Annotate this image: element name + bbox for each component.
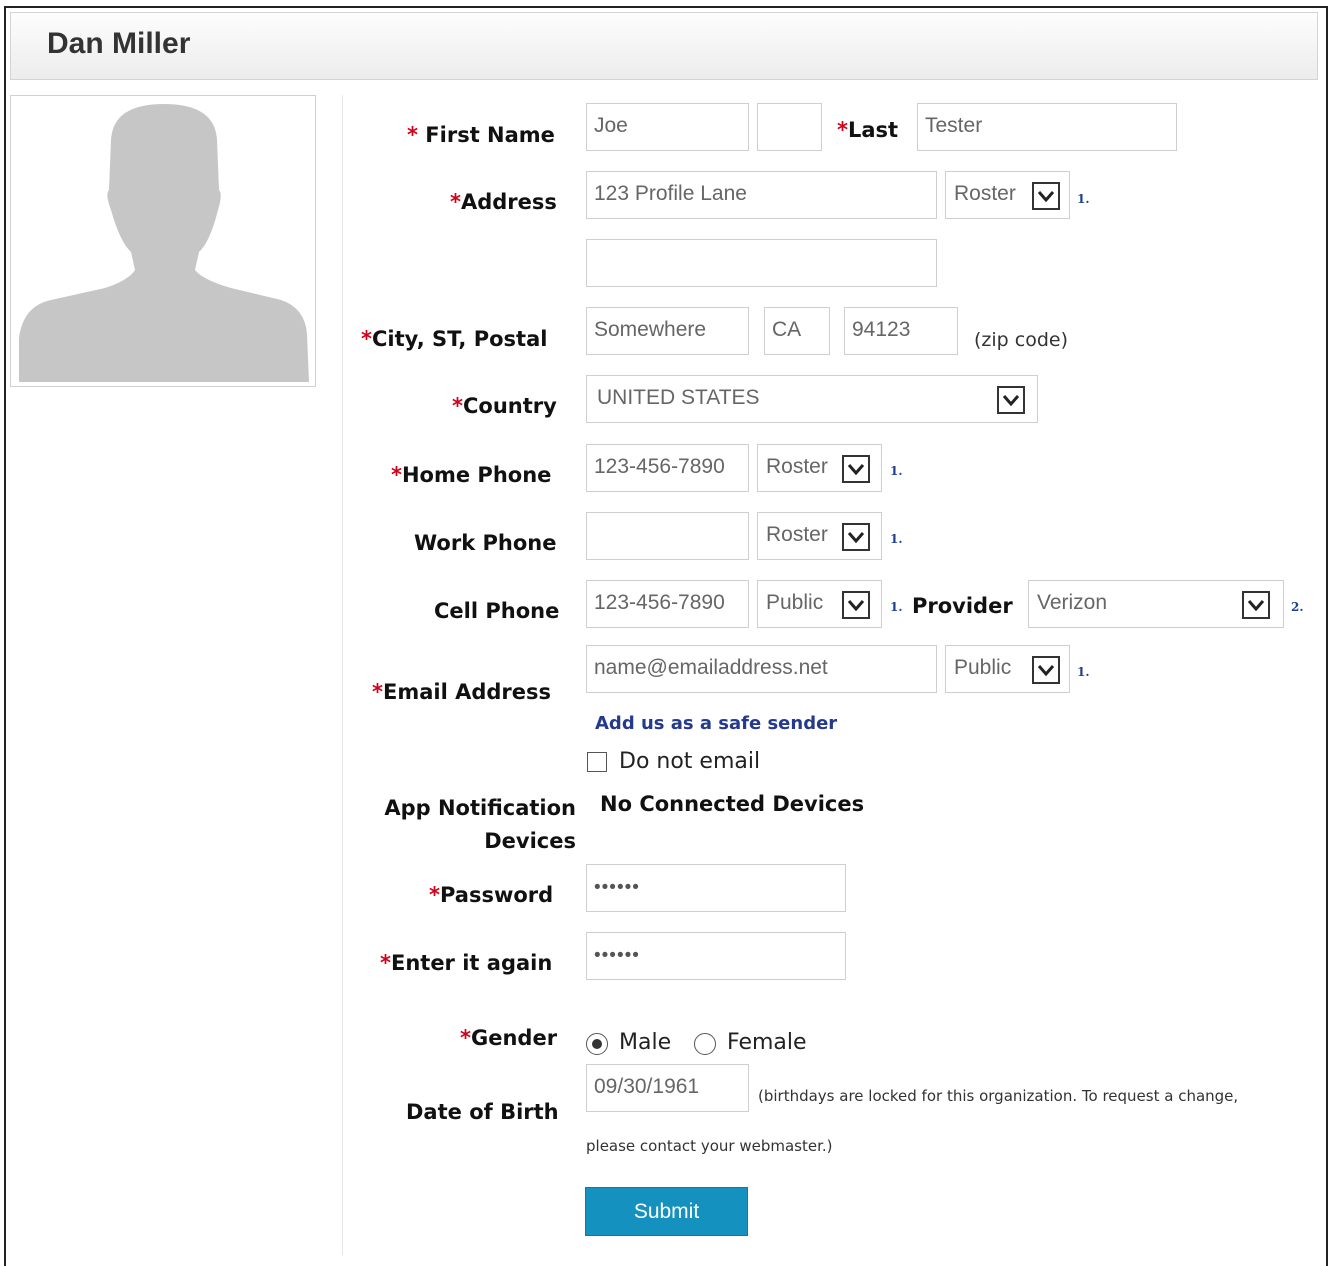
first-name-input[interactable]: Joe bbox=[586, 103, 749, 151]
country-select[interactable]: UNITED STATES bbox=[586, 375, 1038, 423]
chevron-down-icon bbox=[1032, 656, 1060, 684]
provider-label: Provider bbox=[912, 594, 1013, 618]
city-input[interactable]: Somewhere bbox=[586, 307, 749, 355]
home-phone-footnote-ref: 1. bbox=[890, 464, 903, 478]
password-label: *Password bbox=[429, 883, 554, 907]
chevron-down-icon bbox=[842, 591, 870, 619]
address-line1-input[interactable]: 123 Profile Lane bbox=[586, 171, 937, 219]
address-label: *Address bbox=[450, 190, 557, 214]
home-phone-label: *Home Phone bbox=[391, 463, 552, 487]
email-input[interactable]: name@emailaddress.net bbox=[586, 645, 937, 693]
last-name-input[interactable]: Tester bbox=[917, 103, 1177, 151]
email-footnote-ref: 1. bbox=[1077, 665, 1090, 679]
provider-select[interactable]: Verizon bbox=[1028, 580, 1284, 628]
dob-input: 09/30/1961 bbox=[586, 1064, 749, 1112]
dob-locked-note-line1: (birthdays are locked for this organizat… bbox=[758, 1087, 1239, 1105]
do-not-email-checkbox[interactable] bbox=[587, 752, 607, 772]
work-phone-visibility-select[interactable]: Roster bbox=[757, 512, 882, 560]
first-name-label: * First Name bbox=[407, 123, 555, 147]
gender-female-radio[interactable] bbox=[694, 1033, 716, 1055]
cell-phone-visibility-select[interactable]: Public bbox=[757, 580, 882, 628]
home-phone-input[interactable]: 123-456-7890 bbox=[586, 444, 749, 492]
address-footnote-ref: 1. bbox=[1077, 192, 1090, 206]
work-phone-footnote-ref: 1. bbox=[890, 532, 903, 546]
last-name-label: *Last bbox=[837, 118, 899, 142]
gender-female-label: Female bbox=[727, 1030, 807, 1055]
city-st-postal-label: *City, ST, Postal bbox=[361, 327, 548, 351]
email-visibility-select[interactable]: Public bbox=[945, 645, 1070, 693]
address-visibility-select[interactable]: Roster bbox=[945, 171, 1070, 219]
do-not-email-label: Do not email bbox=[619, 749, 761, 774]
cell-phone-label: Cell Phone bbox=[434, 599, 560, 623]
email-label: *Email Address bbox=[372, 680, 552, 704]
work-phone-label: Work Phone bbox=[414, 531, 557, 555]
provider-footnote-ref: 2. bbox=[1291, 600, 1304, 614]
page-title: Dan Miller bbox=[47, 27, 191, 60]
home-phone-visibility-select[interactable]: Roster bbox=[757, 444, 882, 492]
address-line2-input[interactable] bbox=[586, 239, 937, 287]
avatar-silhouette-icon bbox=[19, 104, 309, 382]
dob-locked-note-line2: please contact your webmaster.) bbox=[586, 1137, 833, 1155]
postal-input[interactable]: 94123 bbox=[844, 307, 958, 355]
chevron-down-icon bbox=[842, 523, 870, 551]
profile-header: Dan Miller bbox=[10, 12, 1318, 80]
gender-male-label: Male bbox=[619, 1030, 672, 1055]
zip-code-hint: (zip code) bbox=[974, 329, 1068, 351]
work-phone-input[interactable] bbox=[586, 512, 749, 560]
middle-initial-input[interactable] bbox=[757, 103, 822, 151]
gender-label: *Gender bbox=[460, 1026, 558, 1050]
safe-sender-link[interactable]: Add us as a safe sender bbox=[595, 713, 837, 734]
state-input[interactable]: CA bbox=[764, 307, 830, 355]
cell-phone-footnote-ref: 1. bbox=[890, 600, 903, 614]
dob-label: Date of Birth bbox=[406, 1100, 559, 1124]
gender-male-radio[interactable] bbox=[586, 1033, 608, 1055]
chevron-down-icon bbox=[1242, 591, 1270, 619]
password-confirm-label: *Enter it again bbox=[380, 951, 553, 975]
column-divider bbox=[342, 95, 343, 1255]
chevron-down-icon bbox=[842, 455, 870, 483]
profile-photo[interactable] bbox=[10, 95, 316, 387]
chevron-down-icon bbox=[997, 386, 1025, 414]
country-label: *Country bbox=[452, 394, 557, 418]
cell-phone-input[interactable]: 123-456-7890 bbox=[586, 580, 749, 628]
submit-button[interactable]: Submit bbox=[585, 1187, 748, 1236]
password-confirm-input[interactable]: •••••• bbox=[586, 932, 846, 980]
password-input[interactable]: •••••• bbox=[586, 864, 846, 912]
app-notification-value: No Connected Devices bbox=[600, 792, 865, 816]
app-notification-label: App Notification Devices bbox=[384, 796, 576, 853]
chevron-down-icon bbox=[1032, 182, 1060, 210]
